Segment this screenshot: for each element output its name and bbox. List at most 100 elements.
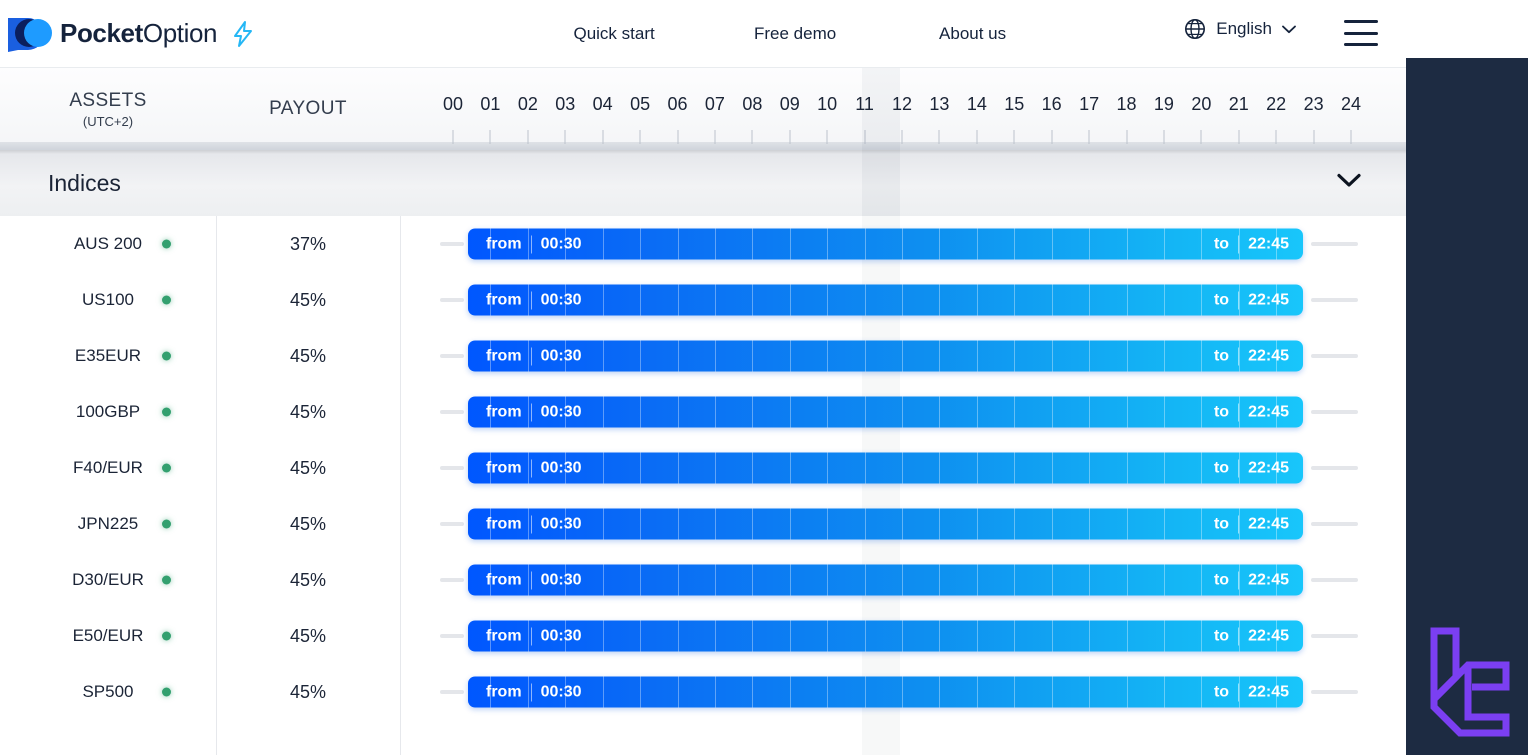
to-time: 22:45 (1238, 627, 1289, 645)
hours-scale: 00 01 02 03 04 05 06 07 08 09 10 11 12 13 14 15 16 17 18 19… (400, 68, 1406, 150)
nav-item-about-us[interactable]: About us (885, 16, 1060, 52)
bar-from-label: from 00:30 (486, 515, 581, 533)
chevron-down-icon[interactable] (1336, 173, 1362, 194)
working-hours-bar[interactable]: from 00:30 to 22:45 (468, 284, 1303, 316)
from-time: 00:30 (530, 403, 581, 421)
globe-icon (1184, 18, 1206, 40)
working-hours-bar[interactable]: from 00:30 to 22:45 (468, 508, 1303, 540)
hour-mark (452, 130, 454, 144)
hour-label: 18 (1116, 94, 1137, 114)
brand-name: Pocket Option (60, 18, 217, 49)
timeline-cell: from 00:30 to 22:45 (400, 608, 1406, 664)
working-hours-bar[interactable]: from 00:30 to 22:45 (468, 452, 1303, 484)
status-indicator-icon (162, 575, 171, 585)
to-time: 22:45 (1238, 459, 1289, 477)
timeline-lead-line (440, 690, 464, 694)
from-word: from (486, 515, 522, 532)
to-word: to (1213, 515, 1230, 532)
table-row[interactable]: E35EUR 45% from 00:30 to 22:45 (0, 328, 1406, 384)
language-label: English (1216, 19, 1272, 38)
timeline-cell: from 00:30 to 22:45 (400, 216, 1406, 272)
hour-mark (1051, 130, 1053, 144)
hour-mark (1163, 130, 1165, 144)
timeline-lead-line (440, 522, 464, 526)
hour-mark (789, 130, 791, 144)
working-hours-bar[interactable]: from 00:30 to 22:45 (468, 396, 1303, 428)
asset-cell: E50/EUR (0, 608, 216, 664)
working-hours-bar[interactable]: from 00:30 to 22:45 (468, 676, 1303, 708)
group-row-indices[interactable]: Indices (0, 150, 1406, 216)
asset-name: F40/EUR (73, 458, 143, 477)
asset-cell: F40/EUR (0, 440, 216, 496)
hour-label: 10 (817, 94, 838, 114)
column-header-assets: ASSETS (UTC+2) (0, 68, 216, 150)
payout-cell: 45% (289, 569, 327, 590)
timeline-cell: from 00:30 to 22:45 (400, 328, 1406, 384)
bar-to-label: to 22:45 (1214, 235, 1289, 253)
table-row[interactable]: E50/EUR 45% from 00:30 to 22:45 (0, 608, 1406, 664)
from-word: from (486, 459, 522, 476)
bar-from-label: from 00:30 (486, 459, 581, 477)
language-selector[interactable]: English (1184, 18, 1296, 40)
asset-name: E35EUR (74, 346, 142, 365)
to-time: 22:45 (1238, 571, 1289, 589)
hour-label: 19 (1153, 94, 1174, 114)
working-hours-bar[interactable]: from 00:30 to 22:45 (468, 564, 1303, 596)
status-indicator-icon (162, 519, 171, 529)
hamburger-menu-icon[interactable] (1344, 20, 1378, 46)
bar-from-label: from 00:30 (486, 683, 581, 701)
timeline-cell: from 00:30 to 22:45 (400, 272, 1406, 328)
working-hours-bar[interactable]: from 00:30 to 22:45 (468, 228, 1303, 260)
timeline-tail-line (1311, 242, 1358, 246)
hour-mark (1126, 130, 1127, 144)
to-word: to (1213, 403, 1230, 420)
table-row[interactable]: US100 45% from 00:30 to 22:45 (0, 272, 1406, 328)
from-word: from (486, 683, 522, 700)
table-row[interactable]: JPN225 45% from 00:30 to 22:45 (0, 496, 1406, 552)
working-hours-bar[interactable]: from 00:30 to 22:45 (468, 340, 1303, 372)
timeline-lead-line (440, 466, 464, 470)
lc-monogram-logo-icon[interactable] (1420, 621, 1516, 741)
working-hours-bar[interactable]: from 00:30 to 22:45 (468, 620, 1303, 652)
pocketoption-logo-icon (8, 16, 54, 52)
group-title: Indices (48, 169, 121, 196)
right-side-panel (1406, 58, 1528, 755)
hour-label: 05 (630, 94, 651, 114)
from-word: from (486, 291, 522, 308)
table-row[interactable]: F40/EUR 45% from 00:30 to 22:45 (0, 440, 1406, 496)
hour-mark (1200, 130, 1202, 144)
hour-label: 15 (1004, 94, 1025, 114)
nav-item-quick-start[interactable]: Quick start (523, 16, 705, 52)
payout-cell: 45% (289, 625, 327, 646)
asset-cell: D30/EUR (0, 552, 216, 608)
hour-label: 22 (1266, 94, 1287, 114)
bar-from-label: from 00:30 (486, 347, 581, 365)
brand-name-light: Option (142, 18, 218, 48)
asset-name: SP500 (82, 682, 134, 701)
to-time: 22:45 (1238, 235, 1289, 253)
bar-to-label: to 22:45 (1214, 627, 1289, 645)
brand-logo[interactable]: Pocket Option (0, 16, 255, 52)
to-word: to (1213, 683, 1230, 700)
table-header: WORKING HOURS ASSETS (UTC+2) PAYOUT 0001… (0, 68, 1406, 150)
hour-label: 02 (517, 94, 538, 114)
asset-cell: AUS 200 (0, 216, 216, 272)
table-row[interactable]: D30/EUR 45% from 00:30 to 22:45 (0, 552, 1406, 608)
table-row[interactable]: AUS 200 37% from 00:30 to 22:45 (0, 216, 1406, 272)
hour-label: 03 (555, 94, 576, 114)
from-time: 00:30 (530, 459, 581, 477)
to-time: 22:45 (1238, 347, 1289, 365)
payout-cell: 45% (289, 289, 327, 310)
table-row[interactable]: 100GBP 45% from 00:30 to 22:45 (0, 384, 1406, 440)
hour-label: 13 (929, 94, 950, 114)
hour-label: 12 (891, 94, 913, 114)
payout-cell: 45% (289, 513, 327, 534)
hour-mark (639, 130, 641, 144)
status-indicator-icon (162, 631, 171, 641)
nav-item-free-demo[interactable]: Free demo (705, 16, 885, 52)
hour-mark (864, 130, 866, 144)
bar-from-label: from 00:30 (486, 235, 581, 253)
table-row[interactable]: SP500 45% from 00:30 to 22:45 (0, 664, 1406, 720)
hour-mark (1275, 130, 1277, 144)
main-nav-links: Quick start Free demo About us (523, 16, 1060, 52)
